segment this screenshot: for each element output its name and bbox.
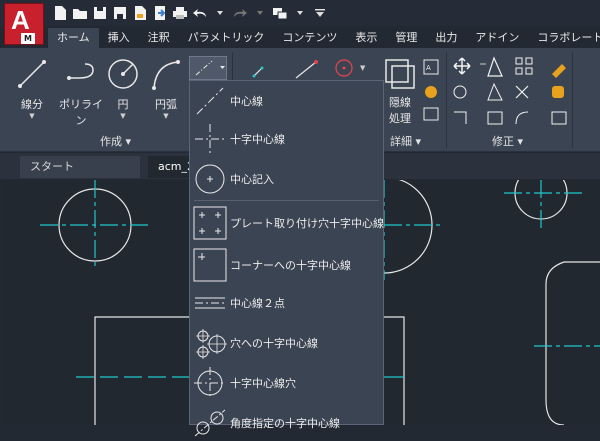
line-label: 線分 [21,98,43,111]
arc-button[interactable]: 円弧 ▼ [146,56,186,120]
circle-icon [108,59,138,89]
tab-parametric[interactable]: パラメトリック [179,28,274,48]
print-icon[interactable] [172,5,188,21]
export-icon[interactable] [152,5,168,21]
centerline-split-button[interactable] [189,56,227,80]
hide-line-icon [385,59,415,89]
arc-icon [152,60,180,90]
tab-collaborate[interactable]: コラボレート [528,28,600,48]
redo-icon[interactable] [232,5,248,21]
undo-dropdown-icon[interactable] [212,5,228,21]
new-file-icon[interactable] [52,5,68,21]
save-icon[interactable] [92,5,108,21]
quick-access-toolbar [52,5,328,21]
tab-view[interactable]: 表示 [346,28,386,48]
create-panel-label[interactable]: 作成 ▾ [100,133,131,149]
tab-output[interactable]: 出力 [426,28,466,48]
circle-button[interactable]: 円 ▼ [103,56,143,120]
menu-item-label: プレート取り付け穴十字中心線 [230,217,384,230]
workspace-dropdown-icon[interactable] [292,5,308,21]
menu-item-label: コーナーへの十字中心線 [230,259,351,272]
menu-item-cross-hole[interactable]: 十字中心線穴 [190,365,383,401]
tab-home[interactable]: ホーム [48,28,99,48]
polyline-label: ポリライン [59,98,103,127]
centerline-dropdown-menu: 中心線 十字中心線 中心記入 プレート取り付け穴十字中心線 コーナーへの十字中心… [189,80,384,437]
menu-item-plate-holes[interactable]: プレート取り付け穴十字中心線 [190,205,384,241]
save-to-web-icon[interactable] [132,5,148,21]
arc-label: 円弧 [155,98,177,111]
modify-panel-label[interactable]: 修正 ▾ [492,133,523,149]
centerline-small-icon [195,60,225,76]
detail-panel-label[interactable]: 詳細 ▾ [390,133,421,149]
menu-item-corner-cross[interactable]: コーナーへの十字中心線 [190,247,383,283]
cross-to-hole-icon [196,329,227,359]
plate-holes-icon [193,206,227,240]
tab-addins[interactable]: アドイン [466,28,528,48]
tab-annotate[interactable]: 注釈 [139,28,179,48]
open-folder-icon[interactable] [72,5,88,21]
menu-item-label: 中心線 [230,95,263,108]
hide-line-label-2: 処理 [389,112,411,125]
cross-centerline-icon [195,124,225,154]
menu-item-two-point-centerline[interactable]: 中心線２点 [190,285,383,321]
menu-item-angled-cross[interactable]: 角度指定の十字中心線 [190,405,383,441]
circle-tools-dropdown-icon[interactable]: ▼ [360,64,365,72]
menu-item-label: 十字中心線穴 [230,377,296,390]
modify-tool-icons [453,56,567,125]
application-menu-button[interactable]: A M [4,3,44,45]
redo-dropdown-icon[interactable] [252,5,268,21]
tab-content[interactable]: コンテンツ [273,28,346,48]
title-bar: A M ホーム 挿入 注釈 パラメトリック コンテンツ 表示 管理 出力 アドイ… [0,0,600,48]
menu-item-label: 十字中心線 [230,133,285,146]
logo-letter: A [11,5,30,35]
undo-icon[interactable] [192,5,208,21]
save-as-icon[interactable] [112,5,128,21]
angled-cross-icon [194,409,226,437]
menu-item-label: 穴への十字中心線 [230,337,318,350]
polyline-icon [67,63,94,80]
menu-item-cross-centerline[interactable]: 十字中心線 [190,121,383,157]
line-icon [18,60,46,88]
detail-small-icons: A [423,59,439,121]
center-mark-icon [195,164,225,194]
svg-text:A: A [426,64,431,72]
tab-manage[interactable]: 管理 [386,28,426,48]
menu-item-label: 中心線２点 [230,297,285,310]
hide-line-button[interactable]: 隠線 処理 [380,56,420,126]
circle-dropdown-icon: ▼ [120,112,126,120]
two-point-centerline-icon [195,297,225,309]
ribbon-tabs: ホーム 挿入 注釈 パラメトリック コンテンツ 表示 管理 出力 アドイン コラ… [48,28,600,48]
menu-item-label: 中心記入 [230,173,274,186]
arc-dropdown-icon: ▼ [163,112,169,120]
line-dropdown-icon: ▼ [29,112,35,120]
menu-item-center-mark[interactable]: 中心記入 [190,161,383,197]
hide-line-label-1: 隠線 [389,96,411,109]
logo-badge: M [21,33,35,44]
line-button[interactable]: 線分 ▼ [12,56,52,120]
customize-qat-icon[interactable] [312,5,328,21]
polyline-button[interactable]: ポリライン [55,56,107,128]
menu-item-cross-to-hole[interactable]: 穴への十字中心線 [190,325,383,361]
cross-hole-icon [194,367,226,399]
circle-label: 円 [117,98,129,111]
tab-insert[interactable]: 挿入 [99,28,139,48]
workspace-switch-icon[interactable] [272,5,288,21]
menu-item-centerline[interactable]: 中心線 [190,83,383,119]
corner-cross-icon [193,248,227,282]
menu-item-label: 角度指定の十字中心線 [230,417,340,430]
centerline-icon [196,87,224,115]
start-tab[interactable]: スタート [20,156,140,178]
